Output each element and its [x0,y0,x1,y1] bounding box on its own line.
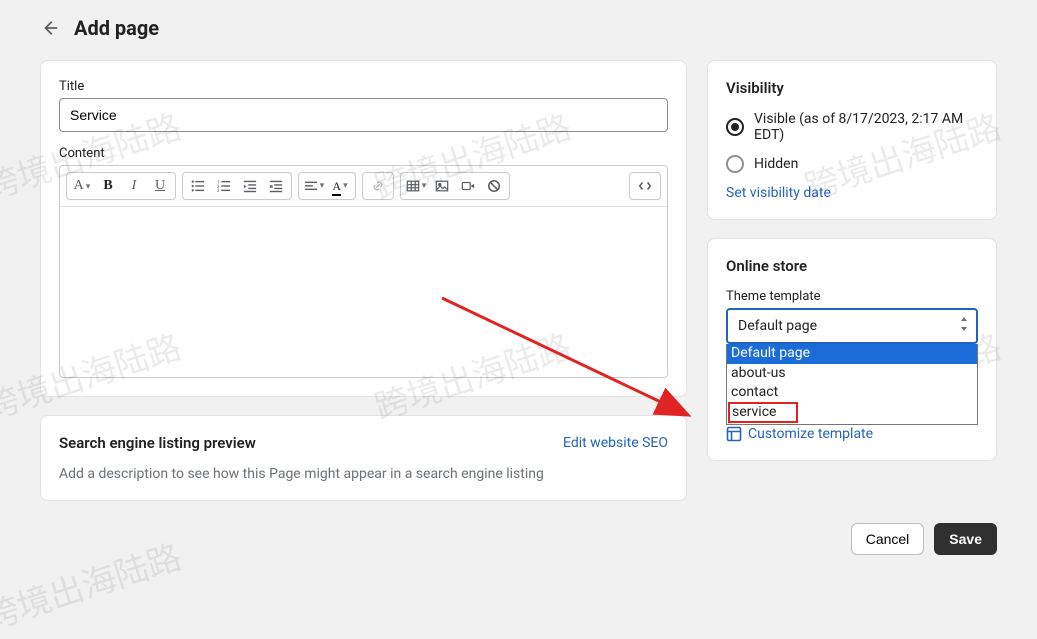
visibility-visible-option[interactable]: Visible (as of 8/17/2023, 2:17 AM EDT) [726,111,978,143]
seo-description: Add a description to see how this Page m… [59,466,668,482]
visibility-visible-label: Visible (as of 8/17/2023, 2:17 AM EDT) [754,111,978,143]
table-button[interactable]: ▾ [403,173,429,199]
edit-seo-link[interactable]: Edit website SEO [563,435,668,451]
svg-text:3: 3 [217,189,220,193]
customize-template-link[interactable]: Customize template [726,426,978,442]
dropdown-option-default[interactable]: Default page [727,344,977,364]
theme-template-dropdown: Default page about-us contact service [726,344,978,425]
page-title: Add page [74,16,159,40]
dropdown-option-about[interactable]: about-us [727,364,977,384]
title-input[interactable] [59,98,668,132]
seo-heading: Search engine listing preview [59,434,256,452]
format-select[interactable]: A▾ [69,173,95,199]
dropdown-option-contact[interactable]: contact [727,383,977,403]
clear-format-button[interactable] [481,173,507,199]
watermark: 跨境出海陆路 [0,530,187,639]
dropdown-option-service[interactable]: service [728,402,798,424]
back-arrow-icon[interactable] [40,18,60,38]
radio-checked-icon [726,118,744,136]
link-button[interactable] [365,173,391,199]
visibility-card: Visibility Visible (as of 8/17/2023, 2:1… [707,60,997,220]
seo-card: Search engine listing preview Edit websi… [40,415,687,501]
visibility-hidden-option[interactable]: Hidden [726,155,978,173]
online-store-card: Online store Theme template Default page… [707,238,997,461]
content-label: Content [59,146,668,161]
text-color-select[interactable]: A▾ [327,173,353,199]
customize-template-label: Customize template [748,426,873,442]
code-view-button[interactable] [632,173,658,199]
outdent-button[interactable] [237,173,263,199]
save-button[interactable]: Save [934,523,997,555]
number-list-button[interactable]: 123 [211,173,237,199]
cancel-button[interactable]: Cancel [851,523,925,555]
video-button[interactable] [455,173,481,199]
italic-button[interactable]: I [121,173,147,199]
bullet-list-button[interactable] [185,173,211,199]
editor-toolbar: A▾ B I U 123 ▾ A▾ [60,166,667,207]
customize-icon [726,426,742,442]
theme-template-select[interactable]: Default page [726,308,978,344]
online-store-heading: Online store [726,257,978,275]
page-form-card: Title Content A▾ B I U 123 [40,60,687,397]
visibility-heading: Visibility [726,79,978,97]
title-label: Title [59,79,668,94]
theme-template-label: Theme template [726,289,978,304]
editor-body[interactable] [60,207,667,377]
image-button[interactable] [429,173,455,199]
align-select[interactable]: ▾ [301,173,327,199]
radio-unchecked-icon [726,155,744,173]
footer-actions: Cancel Save [851,523,997,555]
set-visibility-date-link[interactable]: Set visibility date [726,185,831,201]
page-header: Add page [0,0,1037,50]
bold-button[interactable]: B [95,173,121,199]
underline-button[interactable]: U [147,173,173,199]
indent-button[interactable] [263,173,289,199]
visibility-hidden-label: Hidden [754,156,798,172]
rich-text-editor: A▾ B I U 123 ▾ A▾ [59,165,668,378]
